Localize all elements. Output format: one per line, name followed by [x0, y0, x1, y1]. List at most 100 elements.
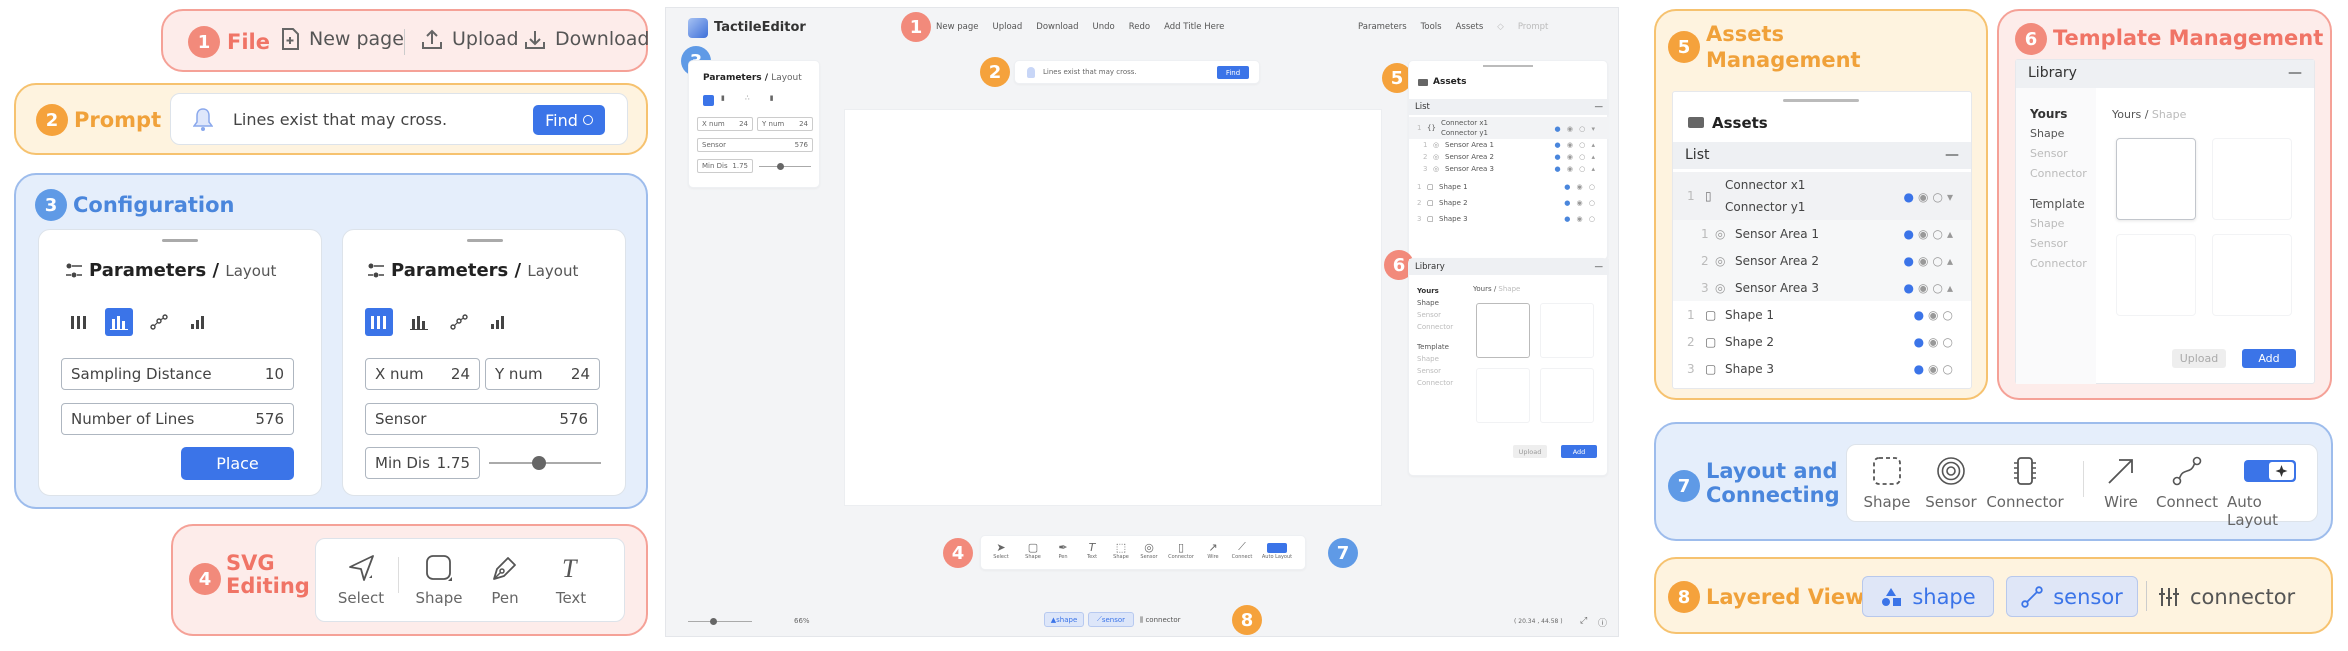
list-header[interactable]: List — [1409, 99, 1609, 115]
list-item[interactable]: 2 ▢ Shape 2 ●◉○ [1673, 328, 1971, 355]
yours-connector[interactable]: Connector [2030, 164, 2096, 184]
template-section[interactable]: Template [2030, 194, 2096, 214]
mini-sensor-tool[interactable]: ◎ Sensor [1135, 541, 1163, 560]
tools-menu[interactable]: Tools [1421, 22, 1442, 32]
mini-pen-tool[interactable]: ✒ Pen [1049, 541, 1077, 560]
mini-connector-tool[interactable]: ▯ Connector [1163, 541, 1199, 560]
mini-mindis-field[interactable]: Min Dis 1.75 [697, 159, 753, 173]
mini-wire-tool[interactable]: ↗ Wire [1199, 541, 1227, 560]
mini-tab-active[interactable] [703, 95, 714, 106]
drag-handle[interactable] [162, 239, 198, 242]
layers-menu[interactable]: ◇ [1497, 22, 1504, 32]
sensor-tool[interactable]: Sensor [1925, 455, 1977, 511]
add-title-field[interactable]: Add Title Here [1164, 22, 1224, 32]
upload-button[interactable]: Upload [2172, 349, 2226, 368]
list-item[interactable]: 3 ▢ Shape 3 ●◉○ [1673, 355, 1971, 382]
list-item[interactable]: 1 ◎ Sensor Area 1 ● ◉ ○ ▴ [1409, 139, 1609, 151]
upload-mini-button[interactable]: Upload [1513, 445, 1547, 458]
list-item[interactable]: 2 ◎ Sensor Area 2 ● ◉ ○ ▴ [1409, 151, 1609, 163]
zoom-knob[interactable] [710, 618, 717, 625]
template-sensor[interactable]: Sensor [2030, 234, 2096, 254]
signal-tab[interactable] [485, 308, 513, 336]
add-mini-button[interactable]: Add [1561, 445, 1597, 458]
upload-button[interactable]: Upload [421, 28, 519, 50]
template-thumb[interactable] [1540, 303, 1594, 358]
find-button[interactable]: Find [533, 105, 605, 135]
redo-menu[interactable]: Redo [1129, 22, 1150, 32]
template-thumb[interactable] [1476, 368, 1530, 423]
wire-tool[interactable]: Wire [2095, 455, 2147, 511]
download-button[interactable]: Download [524, 28, 649, 50]
layer-connector-chip[interactable]: connector [2158, 585, 2295, 609]
list-item[interactable]: 3 ◎ Sensor Area 3 ●◉○▴ [1673, 274, 1971, 301]
yours-section[interactable]: Yours [2030, 104, 2096, 124]
list-header[interactable]: List — [1673, 142, 1971, 169]
signal-tab[interactable] [185, 308, 213, 336]
mini-slider[interactable] [759, 163, 811, 170]
list-item[interactable]: 1{} Connector x1 Connector y1 ● ◉ ○ ▾ [1409, 117, 1609, 139]
sensor-field[interactable]: Sensor 576 [365, 403, 598, 435]
fullscreen-icon[interactable]: ⤢ [1580, 616, 1587, 626]
parameters-menu[interactable]: Parameters [1358, 22, 1407, 32]
drag-handle[interactable] [467, 239, 503, 242]
mini-text-tool[interactable]: T Text [1077, 541, 1107, 560]
text-tool[interactable]: T Text [548, 553, 594, 607]
drawing-canvas[interactable] [844, 109, 1382, 506]
list-item[interactable]: 2 ▢ Shape 2 ● ◉ ○ [1409, 195, 1609, 211]
assets-menu[interactable]: Assets [1456, 22, 1484, 32]
list-item[interactable]: 3 ◎ Sensor Area 3 ● ◉ ○ ▴ [1409, 163, 1609, 175]
mini-sensor-field[interactable]: Sensor 576 [697, 138, 813, 152]
sampling-distance-field[interactable]: Sampling Distance 10 [61, 358, 294, 390]
auto-layout-tool[interactable]: Auto Layout [2227, 455, 2313, 529]
number-of-lines-field[interactable]: Number of Lines 576 [61, 403, 294, 435]
drag-handle[interactable] [1483, 65, 1533, 67]
scatter-tab[interactable] [145, 308, 173, 336]
list-item[interactable]: 1 ▯ Connector x1 Connector y1 ●◉○▾ [1673, 172, 1971, 220]
list-item[interactable]: 1 ▢ Shape 1 ● ◉ ○ [1409, 179, 1609, 195]
select-tool[interactable]: Select [338, 553, 384, 607]
upload-menu[interactable]: Upload [992, 22, 1022, 32]
layer-shape-chip[interactable]: shape [1862, 576, 1994, 617]
template-thumb[interactable] [1540, 368, 1594, 423]
drag-handle[interactable] [1783, 99, 1859, 102]
download-menu[interactable]: Download [1036, 22, 1078, 32]
template-thumb[interactable] [2212, 138, 2292, 220]
template-thumb[interactable] [2212, 234, 2292, 316]
library-header[interactable]: Library — [1409, 259, 1609, 275]
connect-tool[interactable]: Connect [2156, 455, 2218, 511]
new-page-menu[interactable]: New page [936, 22, 978, 32]
template-connector[interactable]: Connector [2030, 254, 2096, 274]
template-thumb[interactable] [2116, 234, 2196, 316]
shape-tool[interactable]: Shape [416, 553, 463, 607]
histogram-tab[interactable] [405, 308, 433, 336]
list-item[interactable]: 3 ▢ Shape 3 ● ◉ ○ [1409, 211, 1609, 227]
layer-shape-chip[interactable]: ▲ shape [1044, 612, 1084, 627]
zoom-slider[interactable] [688, 618, 752, 625]
new-page-button[interactable]: New page [281, 28, 404, 50]
mini-ynum-field[interactable]: Y num 24 [757, 117, 813, 131]
bars-tab[interactable] [65, 308, 93, 336]
histogram-tab[interactable] [105, 308, 133, 336]
yours-sensor[interactable]: Sensor [2030, 144, 2096, 164]
undo-menu[interactable]: Undo [1093, 22, 1115, 32]
help-icon[interactable]: ⓘ [1598, 616, 1607, 629]
scatter-tab[interactable] [445, 308, 473, 336]
slider-knob[interactable] [532, 456, 547, 470]
list-item[interactable]: 1 ◎ Sensor Area 1 ●◉○▴ [1673, 220, 1971, 247]
library-header[interactable]: Library — [2016, 60, 2314, 88]
bars-tab[interactable] [365, 308, 393, 336]
mini-tab-icons[interactable]: ▮ ∴ ▮ [721, 94, 783, 102]
connector-tool[interactable]: Connector [1986, 455, 2064, 511]
pen-tool[interactable]: Pen [482, 553, 528, 607]
mini-auto-layout-tool[interactable]: Auto Layout [1257, 541, 1297, 560]
prompt-menu[interactable]: Prompt [1518, 22, 1549, 32]
mini-connect-tool[interactable]: ⟋ Connect [1227, 540, 1257, 560]
mini-shape-tool[interactable]: ▢ Shape [1017, 541, 1049, 560]
mini-shape2-tool[interactable]: ⬚ Shape [1107, 541, 1135, 560]
template-shape[interactable]: Shape [2030, 214, 2096, 234]
place-button[interactable]: Place [181, 447, 294, 480]
layer-sensor-chip[interactable]: ⟋ sensor [1088, 612, 1134, 627]
yours-shape[interactable]: Shape [2030, 124, 2096, 144]
y-num-field[interactable]: Y num 24 [485, 358, 600, 390]
min-dis-field[interactable]: Min Dis 1.75 [365, 447, 480, 479]
